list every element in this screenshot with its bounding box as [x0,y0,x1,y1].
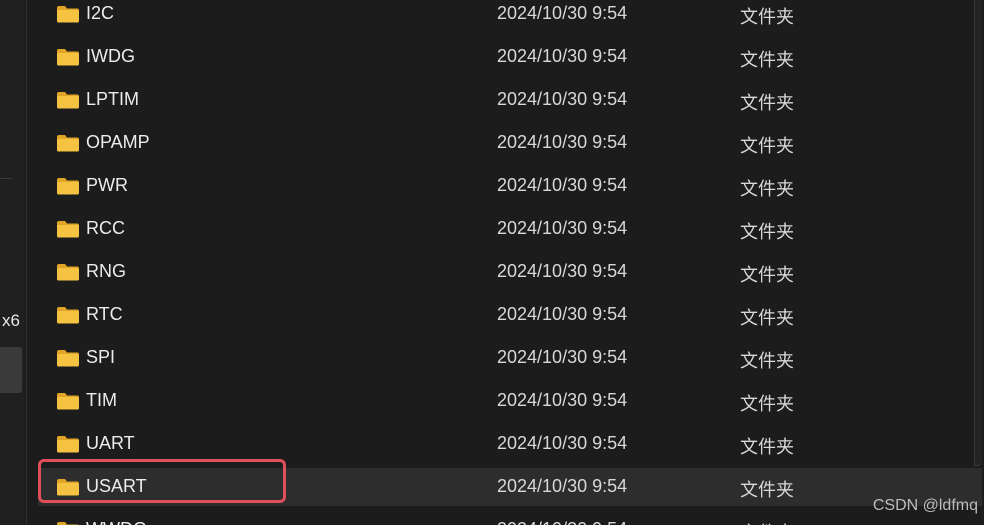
file-name: RNG [86,261,126,281]
file-date-modified: 2024/10/30 9:54 [497,261,628,281]
file-type: 文件夹 [740,308,794,328]
file-type: 文件夹 [740,7,794,27]
file-row[interactable]: WWDG 2024/10/30 9:54 文件夹 [38,511,982,525]
file-date-modified: 2024/10/30 9:54 [497,218,628,238]
file-date-modified: 2024/10/30 9:54 [497,3,628,23]
file-name: UART [86,433,135,453]
watermark: CSDN @ldfmq [872,497,978,514]
folder-icon [56,306,80,324]
file-list: I2C 2024/10/30 9:54 文件夹 IWDG 2024/10/30 9:54… [28,0,984,525]
file-date-modified: 2024/10/30 9:54 [497,519,627,525]
folder-icon [56,48,80,66]
file-type: 文件夹 [740,136,794,156]
file-date-modified: 2024/10/30 9:54 [497,347,628,367]
folder-icon [56,91,80,109]
file-row[interactable]: OPAMP 2024/10/30 9:54 文件夹 [38,124,982,162]
file-name: PWR [86,175,128,195]
file-name: LPTIM [86,89,140,109]
folder-icon [56,263,80,281]
folder-icon [56,177,80,195]
file-date-modified: 2024/10/30 9:54 [497,476,628,496]
folder-icon [56,220,80,238]
file-name: OPAMP [86,132,150,152]
file-name: TIM [86,390,117,410]
file-explorer-window: x6 I2C 2024/10/30 9:54 文件夹 IWDG 2024/10/30 9… [0,0,984,525]
file-date-modified: 2024/10/30 9:54 [497,89,628,109]
file-type: 文件夹 [740,179,794,199]
file-date-modified: 2024/10/30 9:54 [497,390,628,410]
file-name: SPI [86,347,116,367]
file-row[interactable]: LPTIM 2024/10/30 9:54 文件夹 [38,81,982,119]
file-row[interactable]: RCC 2024/10/30 9:54 文件夹 [38,210,982,248]
file-type: 文件夹 [740,480,794,500]
navigation-pane: x6 [0,0,24,525]
file-row[interactable]: RNG 2024/10/30 9:54 文件夹 [38,253,982,291]
file-name: RTC [86,304,123,324]
file-row[interactable]: IWDG 2024/10/30 9:54 文件夹 [38,38,982,76]
folder-icon [56,392,80,410]
folder-icon [56,435,80,453]
file-row[interactable]: SPI 2024/10/30 9:54 文件夹 [38,339,982,377]
file-type: 文件夹 [740,351,794,371]
folder-icon [56,349,80,367]
file-name: WWDG [86,519,147,525]
file-type: 文件夹 [740,93,794,113]
nav-item-selected[interactable] [0,347,22,393]
file-date-modified: 2024/10/30 9:54 [497,46,628,66]
vertical-scrollbar[interactable] [974,0,982,466]
file-type: 文件夹 [740,222,794,242]
nav-divider [0,178,12,179]
file-row[interactable]: I2C 2024/10/30 9:54 文件夹 [38,0,982,33]
folder-icon [56,5,80,23]
file-type: 文件夹 [740,519,794,525]
file-name: I2C [86,3,115,23]
file-row[interactable]: RTC 2024/10/30 9:54 文件夹 [38,296,982,334]
file-type: 文件夹 [740,265,794,285]
folder-icon [56,478,80,496]
file-row[interactable]: UART 2024/10/30 9:54 文件夹 [38,425,982,463]
nav-item-partial-label[interactable]: x6 [2,311,20,331]
folder-icon [56,521,80,525]
pane-splitter[interactable] [26,0,27,525]
file-date-modified: 2024/10/30 9:54 [497,175,628,195]
file-type: 文件夹 [740,50,794,70]
file-name: USART [86,476,147,496]
file-name: RCC [86,218,125,238]
file-date-modified: 2024/10/30 9:54 [497,304,628,324]
file-row[interactable]: USART 2024/10/30 9:54 文件夹 [38,468,982,506]
file-type: 文件夹 [740,394,794,414]
file-row[interactable]: PWR 2024/10/30 9:54 文件夹 [38,167,982,205]
file-name: IWDG [86,46,135,66]
file-date-modified: 2024/10/30 9:54 [497,433,628,453]
file-date-modified: 2024/10/30 9:54 [497,132,628,152]
file-type: 文件夹 [740,437,794,457]
folder-icon [56,134,80,152]
file-row[interactable]: TIM 2024/10/30 9:54 文件夹 [38,382,982,420]
